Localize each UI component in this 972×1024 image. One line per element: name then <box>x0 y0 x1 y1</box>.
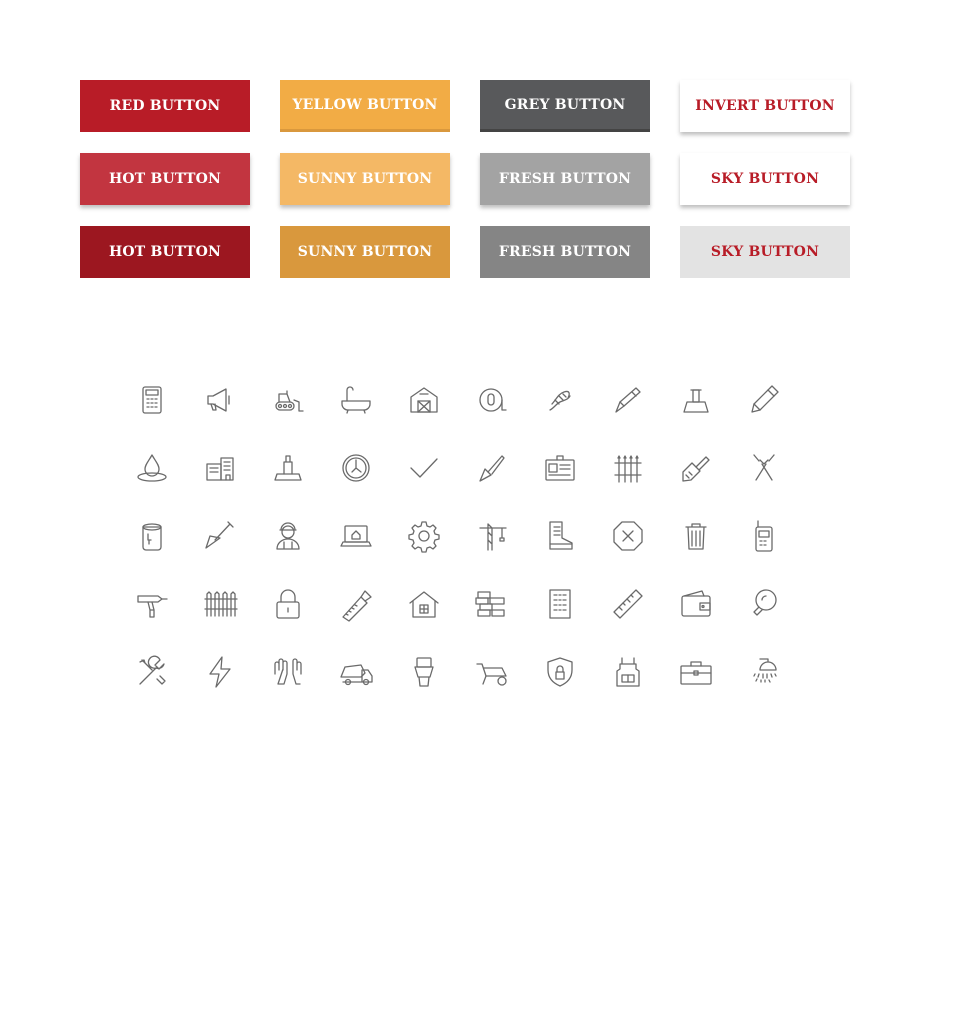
light-bulb-icon <box>744 584 784 624</box>
toilet-icon <box>404 652 444 692</box>
id-card-icon <box>540 448 580 488</box>
wheelbarrow-icon <box>472 652 512 692</box>
bricks-icon <box>472 584 512 624</box>
boot-icon <box>540 516 580 556</box>
bulldozer-icon <box>268 380 308 420</box>
tape-measure-icon <box>472 380 512 420</box>
gloves-icon <box>268 652 308 692</box>
rope-icon <box>540 380 580 420</box>
megaphone-icon <box>200 380 240 420</box>
cement-truck-icon <box>336 652 376 692</box>
barn-icon <box>404 380 444 420</box>
red-button-label: RED BUTTON <box>109 98 221 114</box>
sunny-button-active[interactable]: SUNNY BUTTON <box>280 226 450 278</box>
worker-icon <box>268 516 308 556</box>
sunny-button-hover-label: SUNNY BUTTON <box>297 171 433 187</box>
putty-knife-icon <box>676 380 716 420</box>
fence-icon <box>200 584 240 624</box>
hot-button-active[interactable]: HOT BUTTON <box>80 226 250 278</box>
hot-button-hover-label: HOT BUTTON <box>108 171 222 187</box>
buildings-icon <box>200 448 240 488</box>
drill-icon <box>132 584 172 624</box>
sky-button-hover-label: SKY BUTTON <box>710 171 820 187</box>
water-drop-icon <box>132 448 172 488</box>
shower-icon <box>744 652 784 692</box>
scraper-icon <box>268 448 308 488</box>
hot-button-hover[interactable]: HOT BUTTON <box>80 153 250 205</box>
trash-can-icon <box>676 516 716 556</box>
fresh-button-active-label: FRESH BUTTON <box>498 244 632 260</box>
yellow-button[interactable]: YELLOW BUTTON <box>280 80 450 132</box>
walkie-talkie-icon <box>744 516 784 556</box>
pencil-icon <box>744 380 784 420</box>
invert-button[interactable]: INVERT BUTTON <box>680 80 850 132</box>
fresh-button-active[interactable]: FRESH BUTTON <box>480 226 650 278</box>
sky-button-active[interactable]: SKY BUTTON <box>680 226 850 278</box>
grey-button[interactable]: GREY BUTTON <box>480 80 650 132</box>
stop-sign-icon <box>608 516 648 556</box>
hot-button-active-label: HOT BUTTON <box>108 244 222 260</box>
sky-button-hover[interactable]: SKY BUTTON <box>680 153 850 205</box>
ruler-icon <box>608 584 648 624</box>
lightning-icon <box>200 652 240 692</box>
sky-button-active-label: SKY BUTTON <box>710 244 820 260</box>
apron-icon <box>608 652 648 692</box>
invert-button-label: INVERT BUTTON <box>695 98 835 114</box>
trowel-icon <box>200 516 240 556</box>
house-icon <box>404 584 444 624</box>
saw-icon <box>336 584 376 624</box>
padlock-icon <box>268 584 308 624</box>
pliers-icon <box>744 448 784 488</box>
wallet-icon <box>676 584 716 624</box>
crane-icon <box>472 516 512 556</box>
fresh-button-hover[interactable]: FRESH BUTTON <box>480 153 650 205</box>
clock-icon <box>336 448 376 488</box>
laptop-home-icon <box>336 516 376 556</box>
fence-spikes-icon <box>608 448 648 488</box>
sunny-button-hover[interactable]: SUNNY BUTTON <box>280 153 450 205</box>
checkmark-icon <box>404 448 444 488</box>
tools-icon <box>132 652 172 692</box>
shield-lock-icon <box>540 652 580 692</box>
red-button[interactable]: RED BUTTON <box>80 80 250 132</box>
paintbrush-icon <box>676 448 716 488</box>
utility-knife-icon <box>608 380 648 420</box>
calculator-icon <box>132 380 172 420</box>
gear-icon <box>404 516 444 556</box>
building-icon <box>540 584 580 624</box>
spatula-icon <box>472 448 512 488</box>
yellow-button-label: YELLOW BUTTON <box>292 96 438 113</box>
toolbox-icon <box>676 652 716 692</box>
sunny-button-active-label: SUNNY BUTTON <box>297 244 433 260</box>
bathtub-icon <box>336 380 376 420</box>
grey-button-label: GREY BUTTON <box>504 96 626 113</box>
fresh-button-hover-label: FRESH BUTTON <box>498 171 632 187</box>
paint-bucket-icon <box>132 516 172 556</box>
